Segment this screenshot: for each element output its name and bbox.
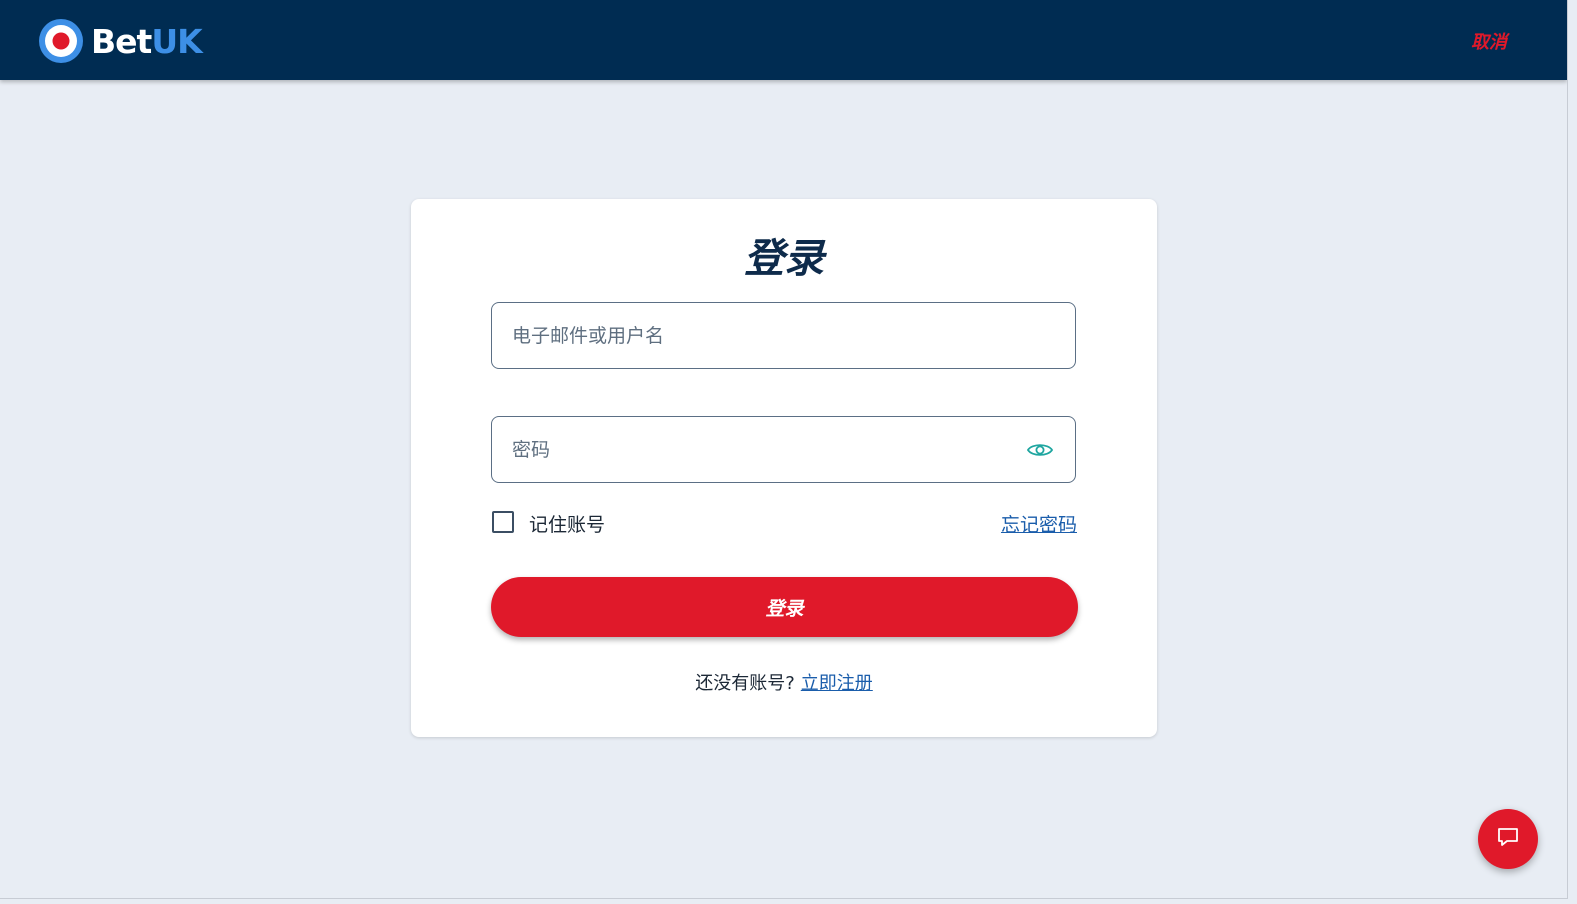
email-field[interactable] — [491, 302, 1076, 369]
email-input[interactable] — [512, 324, 1055, 347]
top-header: BetUK 取消 — [0, 0, 1567, 80]
page-frame: BetUK 取消 登录 记住账号 忘记密码 登录 还没有账号? 立即注册 — [0, 0, 1568, 899]
remember-checkbox[interactable] — [492, 511, 514, 533]
target-roundel-icon — [39, 19, 83, 63]
cancel-button[interactable]: 取消 — [1471, 28, 1507, 54]
brand-wordmark: BetUK — [91, 21, 203, 61]
no-account-text: 还没有账号? — [695, 673, 795, 694]
chat-bubble-icon — [1496, 826, 1520, 852]
password-input[interactable] — [512, 438, 1015, 461]
forgot-password-link[interactable]: 忘记密码 — [1001, 510, 1077, 537]
brand-name-bet: Bet — [91, 21, 152, 61]
brand-name-uk: UK — [151, 21, 202, 61]
chat-button[interactable] — [1478, 809, 1538, 869]
eye-icon[interactable] — [1025, 439, 1055, 461]
signup-link[interactable]: 立即注册 — [801, 673, 873, 694]
password-field[interactable] — [491, 416, 1076, 483]
page-title: 登录 — [744, 236, 824, 282]
remember-row: 记住账号 忘记密码 — [491, 509, 1077, 539]
login-card: 登录 记住账号 忘记密码 登录 还没有账号? 立即注册 — [411, 199, 1157, 737]
remember-label: 记住账号 — [529, 514, 606, 536]
login-button[interactable]: 登录 — [491, 577, 1078, 637]
betuk-logo[interactable]: BetUK — [39, 18, 203, 64]
signup-row: 还没有账号? 立即注册 — [411, 669, 1157, 695]
